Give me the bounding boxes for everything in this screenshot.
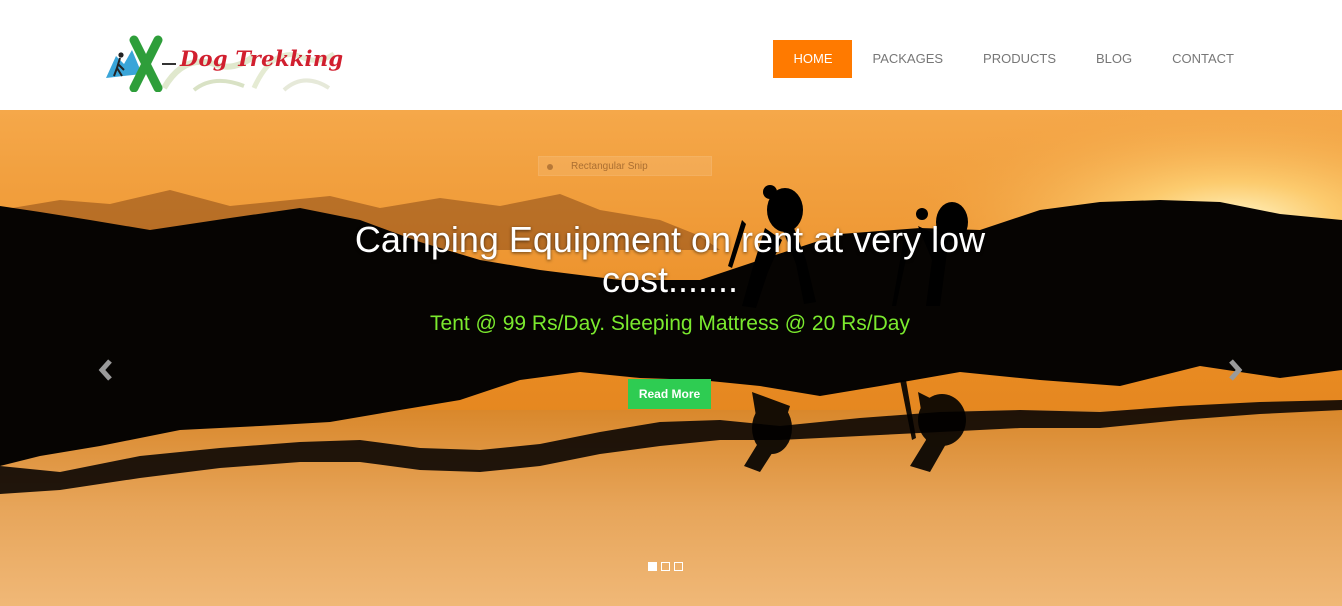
site-header: Dog Trekking HOME PACKAGES PRODUCTS BLOG… xyxy=(0,0,1342,110)
brand-logo[interactable]: Dog Trekking xyxy=(104,34,354,93)
carousel-indicator-2[interactable] xyxy=(661,562,670,571)
read-more-button[interactable]: Read More xyxy=(628,379,711,409)
hero-background-image xyxy=(0,110,1342,606)
nav-products[interactable]: PRODUCTS xyxy=(963,40,1076,78)
rectangular-snip-overlay: Rectangular Snip xyxy=(538,156,712,176)
nav-contact[interactable]: CONTACT xyxy=(1152,40,1254,78)
nav-blog[interactable]: BLOG xyxy=(1076,40,1152,78)
snip-dot-icon xyxy=(547,164,553,170)
slide-caption: Camping Equipment on rent at very low co… xyxy=(320,220,1020,336)
carousel-prev-button[interactable] xyxy=(95,358,119,382)
chevron-right-icon xyxy=(1229,359,1243,381)
brand-name: Dog Trekking xyxy=(180,46,344,71)
hero-carousel: Rectangular Snip Camping Equipment on re… xyxy=(0,110,1342,606)
slide-title: Camping Equipment on rent at very low co… xyxy=(354,219,986,300)
carousel-indicators xyxy=(648,562,683,571)
snip-label: Rectangular Snip xyxy=(571,161,648,172)
slide-subtitle: Tent @ 99 Rs/Day. Sleeping Mattress @ 20… xyxy=(430,312,910,335)
carousel-next-button[interactable] xyxy=(1222,358,1246,382)
chevron-left-icon xyxy=(98,359,112,381)
carousel-indicator-1[interactable] xyxy=(648,562,657,571)
carousel-indicator-3[interactable] xyxy=(674,562,683,571)
main-nav: HOME PACKAGES PRODUCTS BLOG CONTACT xyxy=(773,40,1254,78)
nav-packages[interactable]: PACKAGES xyxy=(852,40,963,78)
nav-home[interactable]: HOME xyxy=(773,40,853,78)
